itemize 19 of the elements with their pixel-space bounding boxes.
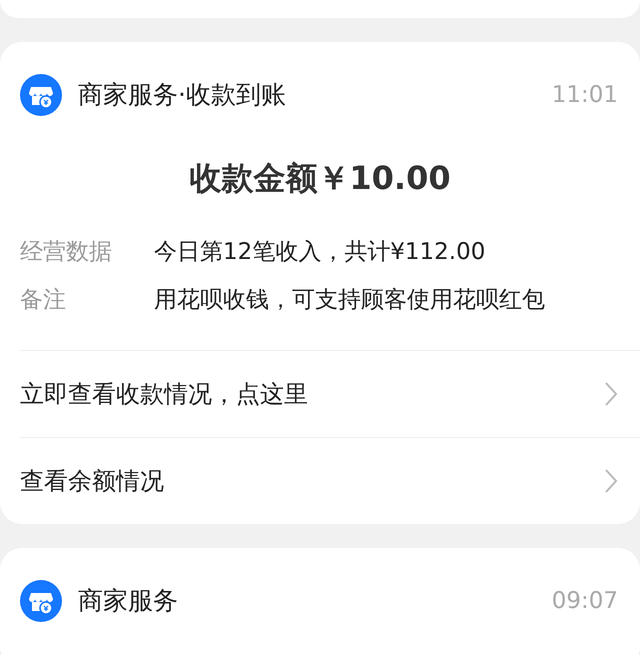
field-label: 备注: [20, 286, 67, 315]
store-icon: [20, 74, 62, 116]
link-text[interactable]: 立即查看收款情况，点这里: [20, 376, 308, 412]
notification-card[interactable]: 商家服务 09:07: [0, 548, 640, 655]
app-title: 商家服务·收款到账: [78, 79, 286, 112]
field-value: 今日第12笔收入，共计¥112.00: [154, 238, 486, 267]
chevron-right-icon: [604, 381, 618, 407]
field-label: 经营数据: [20, 238, 113, 267]
app-title: 商家服务: [78, 585, 178, 618]
chevron-right-icon: [604, 468, 618, 494]
notification-time: 11:01: [552, 80, 618, 110]
notification-time: 09:07: [552, 586, 618, 616]
amount-headline: 收款金额￥10.00: [188, 158, 452, 199]
link-row[interactable]: 立即查看收款情况，点这里: [20, 350, 640, 437]
field-value: 用花呗收钱，可支持顾客使用花呗红包: [154, 286, 545, 315]
link-row[interactable]: 查看余额情况: [20, 437, 640, 524]
link-text[interactable]: 查看余额情况: [20, 463, 164, 499]
notification-card[interactable]: 商家服务·收款到账 11:01 收款金额￥10.00 经营数据 今日第12笔收入，共计¥112.00 备注 用花呗收钱，可支持顾客使用花呗红包 立即查看收款情况，点这里 查看余额情况: [0, 42, 640, 524]
store-icon: [20, 580, 62, 622]
